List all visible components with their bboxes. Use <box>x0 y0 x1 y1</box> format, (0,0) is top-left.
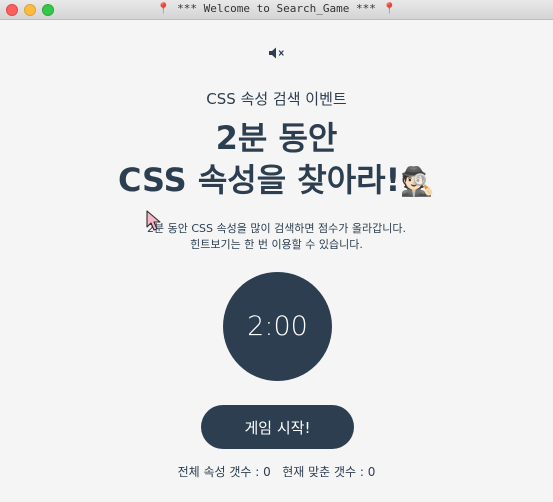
instructions: 2분 동안 CSS 속성을 많이 검색하면 점수가 올라갑니다. 힌트보기는 한… <box>0 221 553 253</box>
timer-value: 2:00 <box>247 311 308 342</box>
pin-icon: 📍 <box>382 2 397 15</box>
window-titlebar: 📍 *** Welcome to Search_Game *** 📍 <box>0 0 553 20</box>
found-count-value: 0 <box>367 465 376 479</box>
found-count-label: 현재 맞춘 갯수 : <box>282 465 364 479</box>
headline-line-2-text: CSS 속성을 찾아라! <box>117 161 401 199</box>
score-counts: 전체 속성 갯수 : 0 현재 맞춘 갯수 : 0 <box>0 463 553 480</box>
headline-line-1: 2분 동안 <box>215 119 338 157</box>
total-count-label: 전체 속성 갯수 : <box>177 465 260 479</box>
speaker-muted-icon[interactable] <box>268 46 286 60</box>
game-page: CSS 속성 검색 이벤트 2분 동안 CSS 속성을 찾아라!🕵🏻 2분 동안… <box>0 21 553 502</box>
detective-emoji: 🕵🏻 <box>400 165 436 198</box>
event-subtitle: CSS 속성 검색 이벤트 <box>206 90 347 108</box>
pin-icon: 📍 <box>156 2 171 15</box>
window-title: 📍 *** Welcome to Search_Game *** 📍 <box>0 2 553 15</box>
instruction-line-2: 힌트보기는 한 번 이용할 수 있습니다. <box>190 238 363 251</box>
instruction-line-1: 2분 동안 CSS 속성을 많이 검색하면 점수가 올라갑니다. <box>146 222 406 235</box>
countdown-timer: 2:00 <box>223 272 332 381</box>
start-game-button[interactable]: 게임 시작! <box>201 405 354 449</box>
page-title: 2분 동안 CSS 속성을 찾아라!🕵🏻 <box>0 117 553 203</box>
total-count-value: 0 <box>263 465 271 479</box>
mouse-pointer-icon <box>146 210 161 231</box>
window-title-text: *** Welcome to Search_Game *** <box>177 2 376 15</box>
headline-line-2: CSS 속성을 찾아라!🕵🏻 <box>0 159 553 203</box>
